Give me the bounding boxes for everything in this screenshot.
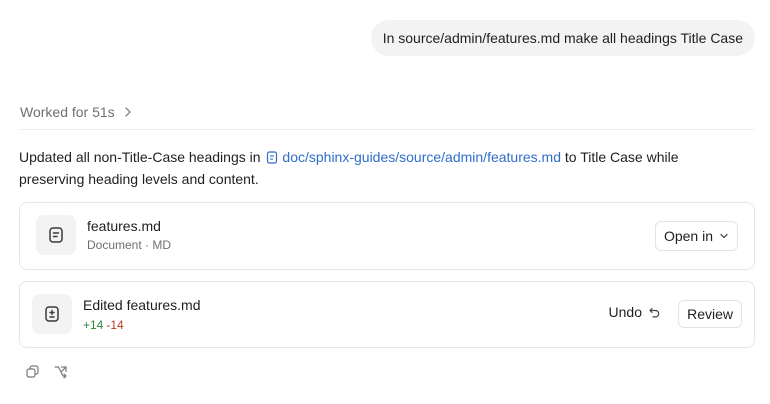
document-title: features.md [87,218,161,234]
divider [20,129,755,130]
open-in-label: Open in [663,228,713,244]
undo-label: Undo [608,304,642,320]
document-icon [49,227,63,243]
review-button[interactable]: Review [678,300,742,328]
undo-icon [649,307,660,317]
deletions-count: -14 [106,318,124,332]
document-card[interactable]: features.md Document · MD Open in [19,202,755,270]
chevron-down-icon [720,233,728,239]
user-message-text: In source/admin/features.md make all hea… [382,30,743,46]
undo-button[interactable]: Undo [609,304,661,320]
additions-count: +14 [83,318,104,332]
edit-title: Edited features.md [83,297,201,313]
copy-icon[interactable] [23,362,41,380]
diff-icon [45,306,59,322]
user-message-bubble: In source/admin/features.md make all hea… [370,20,755,56]
document-icon-box [36,215,76,255]
review-label: Review [687,306,733,322]
file-link[interactable]: doc/sphinx-guides/source/admin/features.… [264,149,561,165]
share-icon[interactable] [51,362,69,380]
diff-stats: +14 -14 [83,318,124,332]
diff-icon-box [32,294,72,334]
open-in-button[interactable]: Open in [654,221,738,251]
worked-toggle[interactable]: Worked for 51s [20,104,135,120]
worked-label: Worked for 51s [20,104,115,120]
file-icon [267,151,278,164]
edit-card: Edited features.md +14 -14 Undo Review [19,281,755,348]
chevron-right-icon [124,107,131,117]
assistant-summary: Updated all non-Title-Case headings in d… [19,146,739,190]
document-subtitle: Document · MD [87,238,172,252]
summary-before: Updated all non-Title-Case headings in [19,149,265,165]
file-link-text: doc/sphinx-guides/source/admin/features.… [282,149,561,165]
